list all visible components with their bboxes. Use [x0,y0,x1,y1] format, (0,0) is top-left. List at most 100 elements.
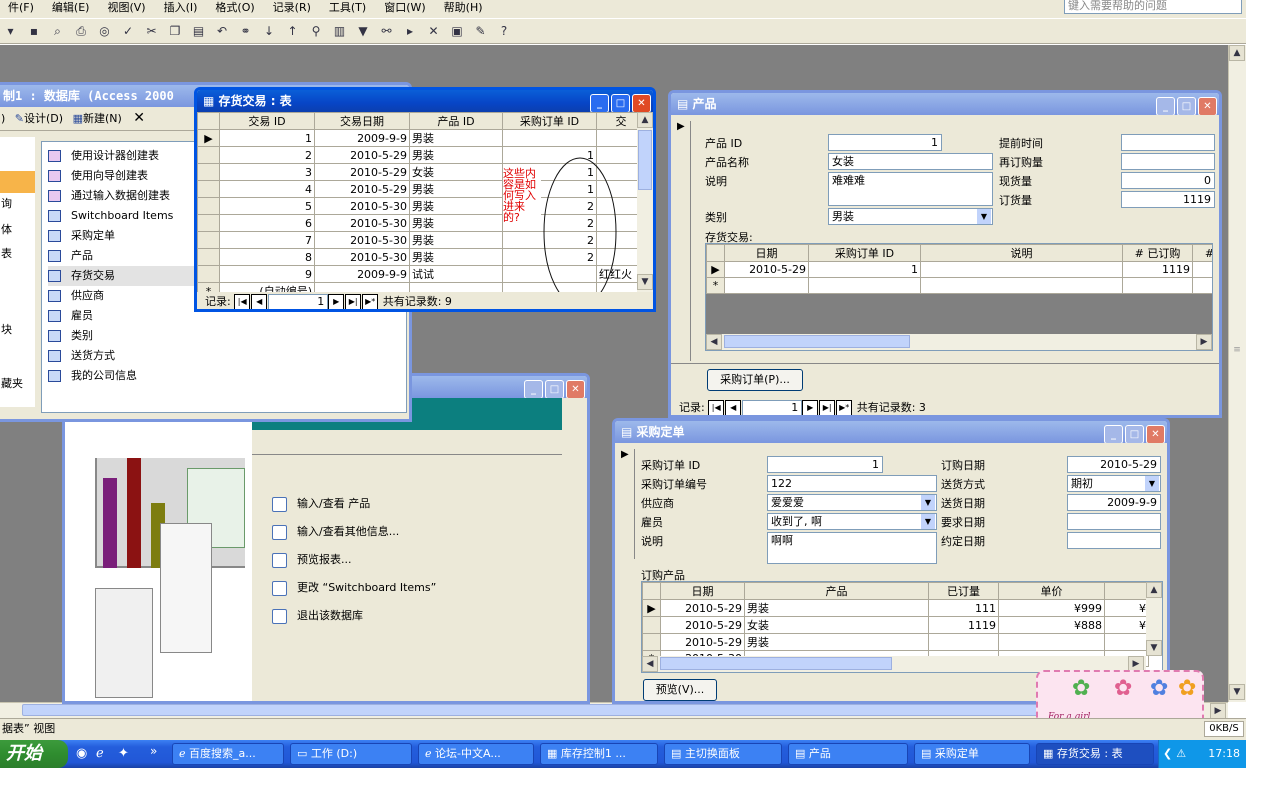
lead-time-field[interactable] [1121,134,1215,151]
undo-icon[interactable]: ↶ [214,23,231,40]
scroll-up-icon[interactable]: ▲ [1229,45,1245,61]
category-select[interactable]: 男装 ▼ [828,208,993,225]
cell[interactable]: 111 [928,599,999,617]
row-selector[interactable] [197,197,220,215]
next-record-icon[interactable]: ▶ [802,400,819,415]
objects-bar-item[interactable]: 询 [1,195,12,211]
subform-hscrollbar[interactable]: ◀ ▶ [706,334,1212,350]
copy-icon[interactable]: ❐ [167,23,184,40]
desktop-icon[interactable]: ✦ [118,746,129,761]
minimize-icon[interactable]: _ [524,380,543,398]
taskbar-item[interactable]: ℯ 论坛-中文A... [418,743,534,765]
preview-button[interactable]: 预览(V)... [643,679,717,701]
column-header[interactable]: 日期 [660,582,745,600]
cell[interactable]: 男装 [409,248,503,266]
delete-icon[interactable]: ✕ [133,110,145,126]
cell[interactable] [998,633,1105,651]
menu-edit[interactable]: 编辑(E) [52,0,90,16]
column-header[interactable]: # [1192,244,1212,262]
cell[interactable]: 2010-5-29 [660,616,745,634]
new-object-icon[interactable]: ✎ [472,23,489,40]
cell[interactable] [928,633,999,651]
column-header[interactable] [1104,582,1149,600]
sort-desc-icon[interactable]: ↑ [284,23,301,40]
chevron-down-icon[interactable]: ▼ [1145,476,1159,491]
close-icon[interactable]: ✕ [566,380,585,398]
new-record-icon[interactable]: ▶* [362,294,379,309]
row-selector[interactable] [197,180,220,198]
minimize-icon[interactable]: _ [590,94,609,112]
database-window-icon[interactable]: ▣ [449,23,466,40]
column-header[interactable]: 交 [596,112,637,130]
cell[interactable]: 男装 [409,146,503,164]
cell[interactable]: 2010-5-29 [314,163,410,181]
list-item[interactable]: 送货方式 [48,346,406,366]
new-record-icon[interactable]: * [197,282,220,292]
maximize-icon[interactable]: □ [1177,97,1196,115]
product-id-field[interactable]: 1 [828,134,942,151]
switchboard-item[interactable]: 更改 “Switchboard Items” [272,574,436,602]
cell[interactable]: 8 [219,248,315,266]
purchase-order-titlebar[interactable]: ▤ 采购定单 _ □ ✕ [615,421,1167,443]
cell[interactable]: 7 [219,231,315,249]
scroll-down-icon[interactable]: ▼ [1146,640,1162,656]
current-record-icon[interactable]: ▶ [642,599,661,617]
menu-format[interactable]: 格式(O) [215,0,254,16]
menu-window[interactable]: 窗口(W) [384,0,425,16]
product-titlebar[interactable]: ▤ 产品 _ □ ✕ [671,93,1219,115]
chevron-icon[interactable]: » [150,744,157,758]
cell[interactable]: 男装 [409,214,503,232]
minimize-icon[interactable]: _ [1104,425,1123,443]
table-row[interactable]: ▶ 1 2009-9-9 男装 [197,129,637,147]
next-record-icon[interactable]: ▶ [328,294,345,309]
minimize-icon[interactable]: _ [1156,97,1175,115]
scroll-left-icon[interactable]: ◀ [642,656,658,672]
scroll-right-icon[interactable]: ▶ [1210,703,1226,719]
supplier-select[interactable]: 爱爱爱 ▼ [767,494,937,511]
scroll-down-icon[interactable]: ▼ [1229,684,1245,700]
chevron-down-icon[interactable]: ▼ [921,514,935,529]
browser-icon[interactable]: ℯ [96,746,104,761]
close-icon[interactable]: ✕ [1198,97,1217,115]
cell[interactable]: 1 [219,129,315,147]
cell[interactable]: 2010-5-30 [314,197,410,215]
column-header[interactable]: 交易日期 [314,112,410,130]
cell[interactable]: 2010-5-29 [724,261,809,278]
table-row[interactable]: 2010-5-29 男装 [642,633,1149,651]
row-selector[interactable] [197,248,220,266]
column-header[interactable]: 日期 [724,244,809,262]
cell[interactable]: 1119 [1122,261,1193,278]
close-icon[interactable]: ✕ [632,94,651,112]
column-header[interactable]: 产品 [744,582,929,600]
column-header[interactable]: 产品 ID [409,112,503,130]
record-number-input[interactable]: 1 [268,294,329,309]
switchboard-item[interactable]: 退出该数据库 [272,602,436,630]
row-selector[interactable] [197,231,220,249]
find-icon[interactable]: ⚯ [378,23,395,40]
menu-insert[interactable]: 插入(I) [164,0,198,16]
new-record-icon[interactable]: * [706,277,725,294]
cell[interactable]: 2009-9-9 [314,265,410,283]
scroll-down-icon[interactable]: ▼ [637,274,653,290]
hyperlink-icon[interactable]: ⚭ [237,23,254,40]
tray-icon[interactable]: ⚠ [1176,740,1186,768]
scroll-thumb[interactable] [638,130,652,190]
column-header[interactable]: 交易 ID [219,112,315,130]
menu-tools[interactable]: 工具(T) [329,0,366,16]
chevron-down-icon[interactable]: ▼ [977,209,991,224]
cell[interactable]: (自动编号) [219,282,315,292]
filter-form-icon[interactable]: ▥ [331,23,348,40]
help-search-input[interactable]: 键入需要帮助的问题 [1064,0,1242,14]
row-selector[interactable] [642,616,661,634]
search-icon[interactable]: ⌕ [49,23,66,40]
cell[interactable]: ¥999 [998,599,1105,617]
cell[interactable]: 2010-5-29 [314,146,410,164]
cell[interactable]: ¥ [1104,599,1149,617]
quicklaunch-icon[interactable]: ◉ [76,746,87,761]
list-item[interactable]: 类别 [48,326,406,346]
taskbar-item[interactable]: ▤ 主切换面板 [664,743,782,765]
row-selector[interactable] [197,265,220,283]
scroll-right-icon[interactable]: ▶ [1196,334,1212,350]
reorder-field[interactable] [1121,153,1215,170]
cell[interactable] [1104,633,1149,651]
